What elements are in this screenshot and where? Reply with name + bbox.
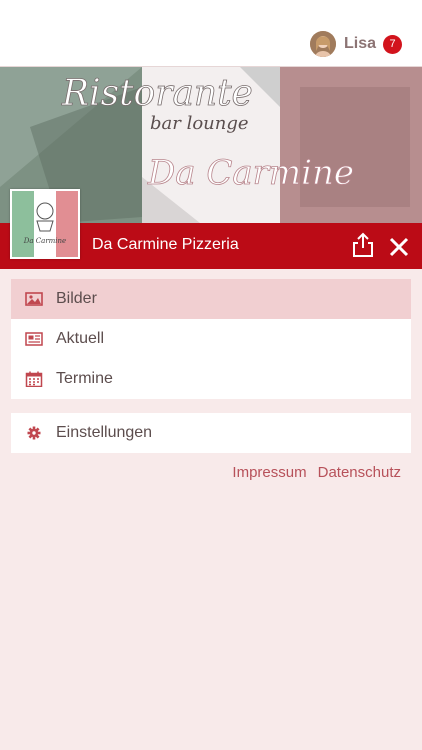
notification-badge[interactable]: 7 [383,34,402,54]
menu-label-einstellungen: Einstellungen [56,424,153,441]
menu-item-bilder[interactable]: Bilder [11,279,411,319]
main-menu: Bilder Aktuell Termine [11,279,411,399]
restaurant-logo: Da Carmine [10,189,80,259]
calendar-icon [25,371,43,387]
page-title: Da Carmine Pizzeria [92,236,239,253]
hero-title-ristorante: Ristorante [62,73,254,115]
logo-text: Da Carmine [23,237,67,245]
hero-subtitle: bar lounge [150,113,249,134]
share-icon [353,232,373,257]
menu-label-aktuell: Aktuell [56,330,105,347]
impressum-link[interactable]: Impressum [232,464,306,481]
image-icon [25,292,43,306]
datenschutz-link[interactable]: Datenschutz [318,464,401,481]
avatar[interactable] [309,31,336,57]
menu-label-termine: Termine [56,370,113,387]
user-menu[interactable]: Lisa 7 [309,30,402,58]
menu-item-termine[interactable]: Termine [11,359,411,399]
username[interactable]: Lisa [344,35,376,53]
newspaper-icon [25,332,43,346]
menu-item-aktuell[interactable]: Aktuell [11,319,411,359]
footer-links: Impressum Datenschutz [232,464,401,481]
close-icon [389,237,409,257]
gear-icon [27,426,41,440]
menu-label-bilder: Bilder [56,290,97,307]
close-button[interactable] [388,236,410,258]
settings-menu: Einstellungen [11,413,411,453]
top-bar: Lisa 7 [0,0,422,67]
share-button[interactable] [352,232,374,258]
menu-item-einstellungen[interactable]: Einstellungen [11,413,411,453]
hero-name: Da Carmine [148,153,355,194]
